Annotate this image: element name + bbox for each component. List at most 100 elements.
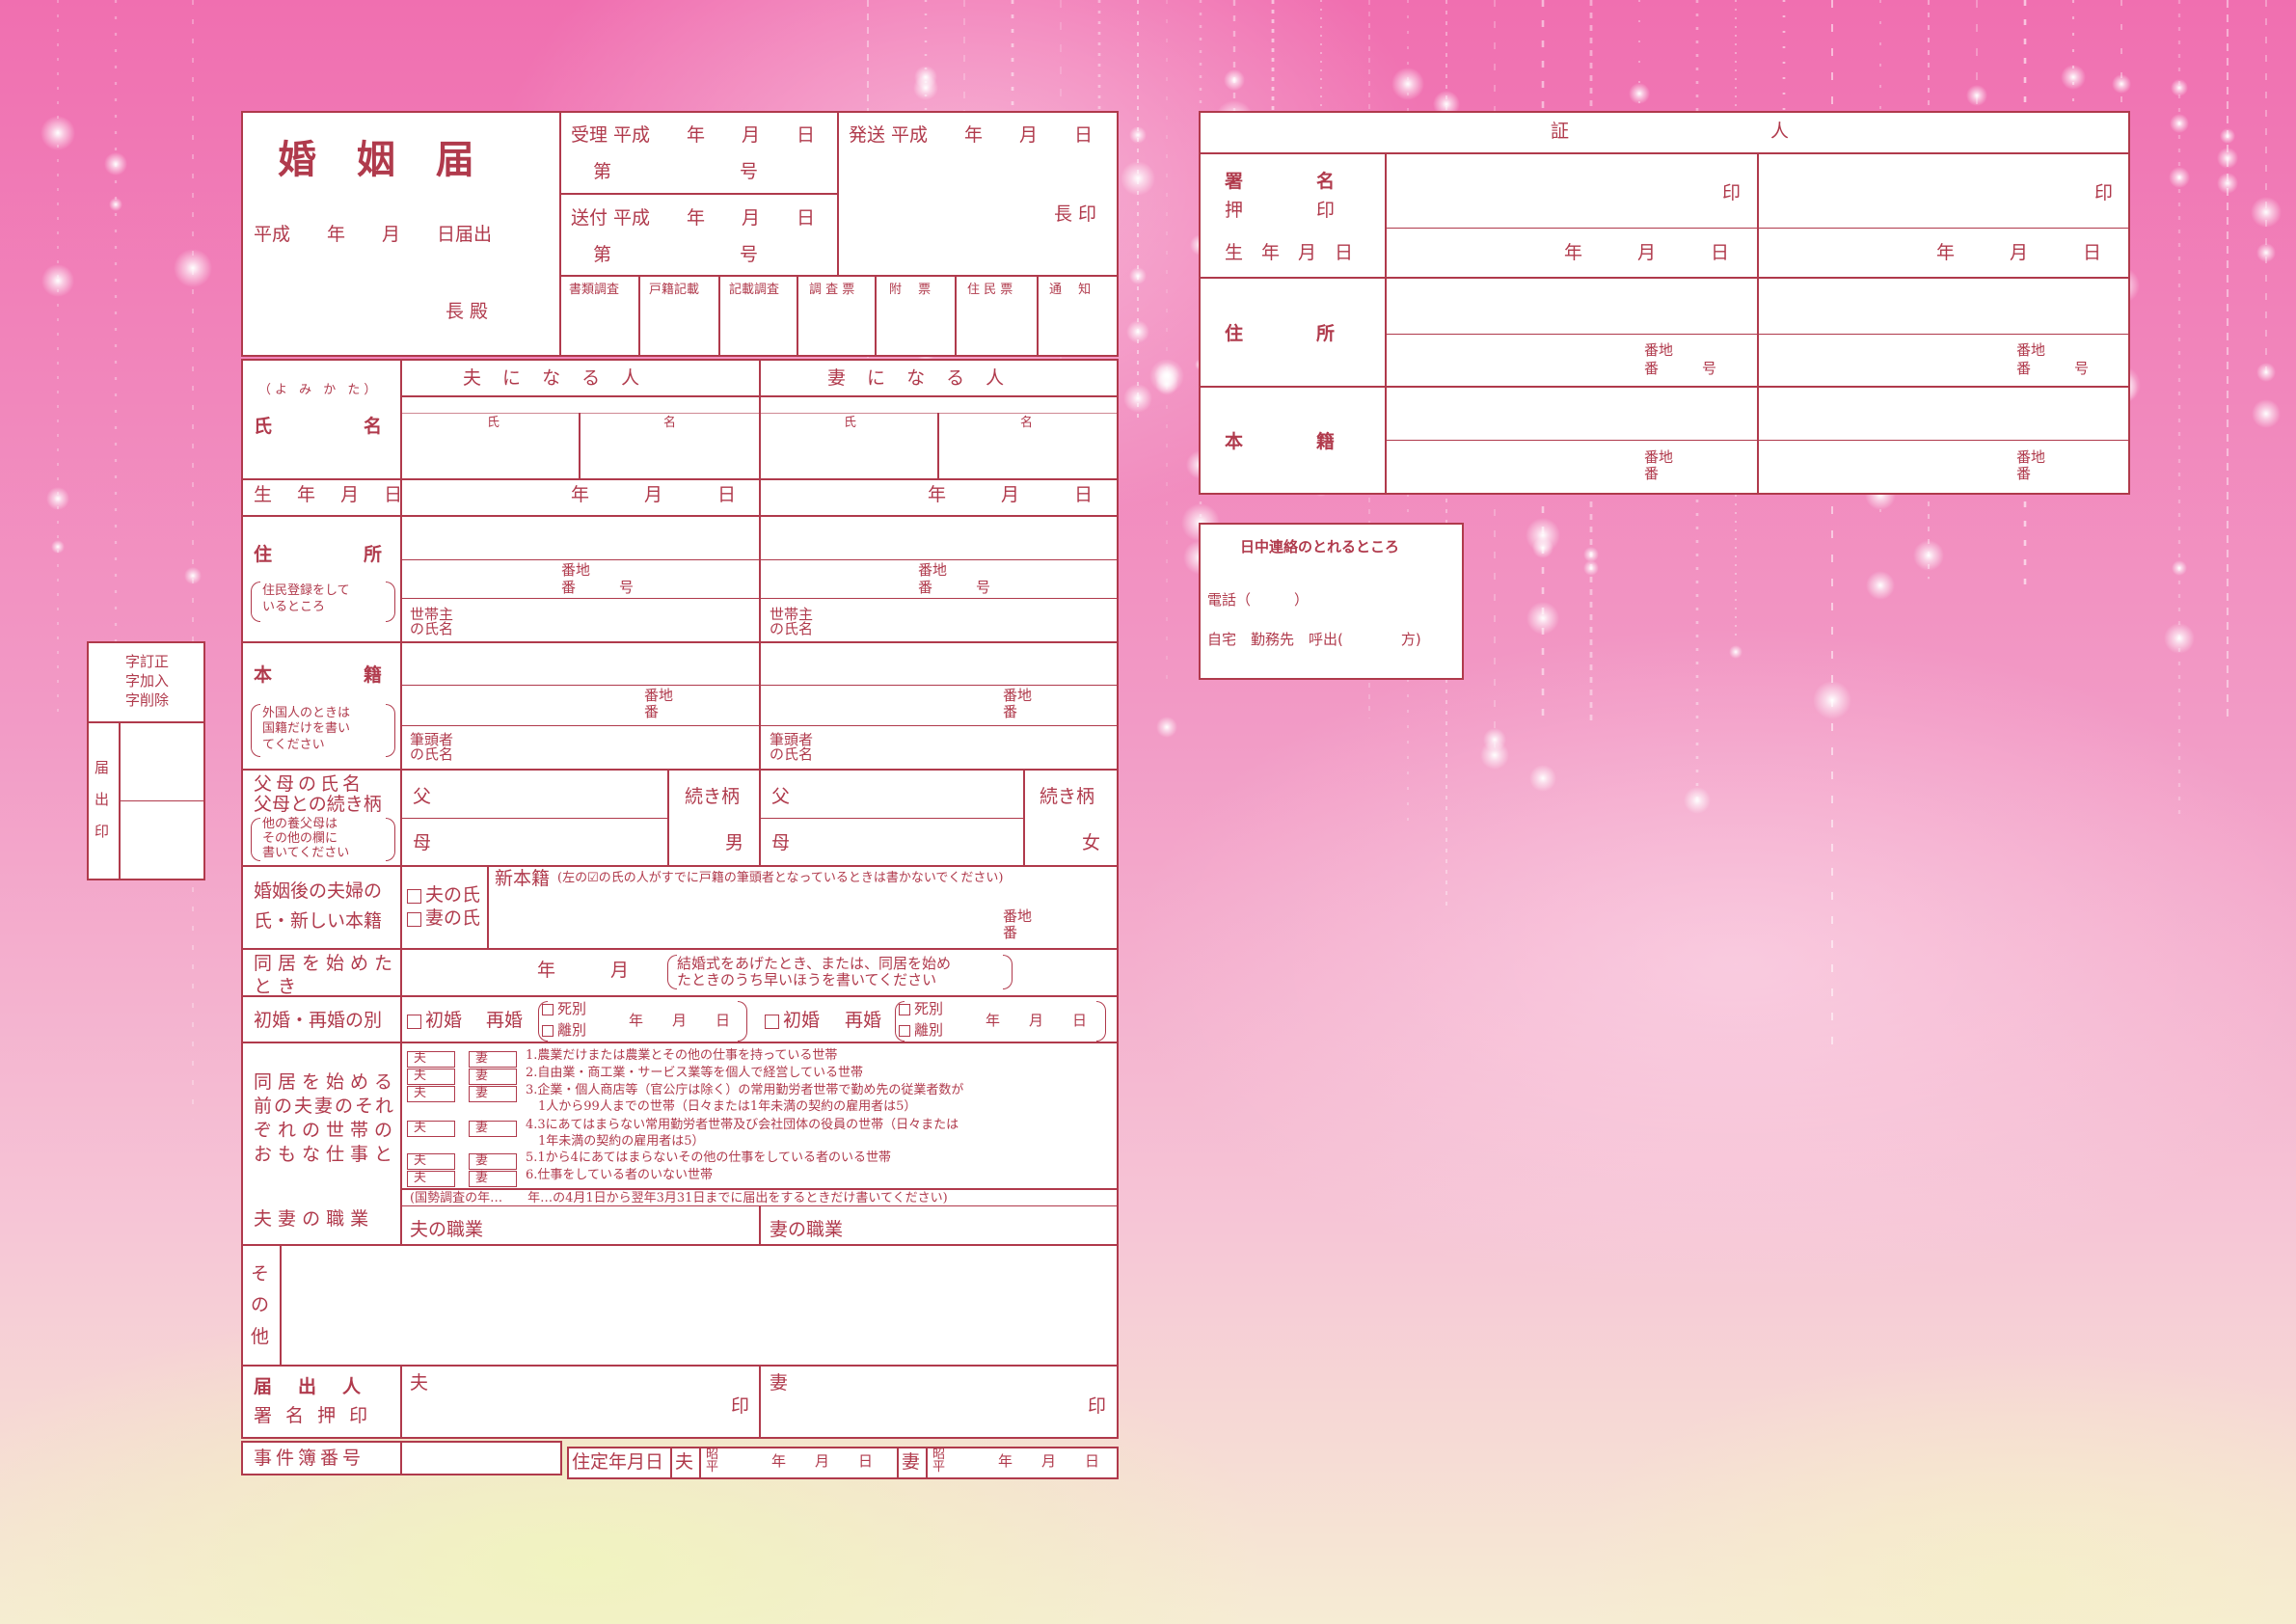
wife-remarriage-date[interactable]: 年 月 日 xyxy=(986,1012,1087,1029)
wife-signature-input[interactable] xyxy=(764,1369,1082,1435)
wife-relation-daughter: 女 xyxy=(1082,832,1101,853)
form-title: 婚 姻 届 xyxy=(278,137,488,182)
witness-sign-label: 署 名 xyxy=(1225,171,1336,192)
husband-correction-seal[interactable] xyxy=(122,725,203,798)
residence-husband-date[interactable]: 年 月 日 xyxy=(771,1452,873,1470)
sparkle xyxy=(1913,540,1944,571)
other-input[interactable] xyxy=(284,1249,1114,1363)
office-cell: 書類調査 xyxy=(569,283,620,297)
honseki-label: 本 籍 xyxy=(254,664,383,686)
insertion-label: 字加入 xyxy=(125,672,170,690)
wife-work-checkbox[interactable]: 妻 xyxy=(469,1153,517,1170)
dispatched-date: 発送 平成 年 月 日 xyxy=(849,124,1094,146)
work-item: 2.自由業・商工業・サービス業等を個人で経営している世帯 xyxy=(526,1066,864,1080)
husband-name-input[interactable] xyxy=(405,415,757,476)
husband-work-checkbox[interactable]: 夫 xyxy=(407,1069,455,1085)
witness-1-honseki[interactable] xyxy=(1391,391,1752,437)
witness-1-address[interactable] xyxy=(1391,282,1752,332)
husband-first-marriage[interactable]: 初婚 xyxy=(407,1010,462,1032)
sparkle xyxy=(2217,173,2238,194)
husband-signature-input[interactable] xyxy=(405,1369,723,1435)
witness-2-signature[interactable] xyxy=(1763,156,2081,224)
sparkle xyxy=(1129,126,1147,144)
sparkle xyxy=(1391,68,1424,100)
wife-occupation[interactable]: 妻の職業 xyxy=(770,1219,843,1241)
wife-work-checkbox[interactable]: 妻 xyxy=(469,1069,517,1085)
new-surname-label-1: 婚姻後の夫婦の xyxy=(254,880,383,902)
husband-birth-date[interactable]: 年 月 日 xyxy=(571,484,736,506)
notifier-label: 届 出 人 xyxy=(254,1376,365,1397)
wife-work-checkbox[interactable]: 妻 xyxy=(469,1121,517,1137)
wife-work-checkbox[interactable]: 妻 xyxy=(469,1051,517,1068)
sparkle xyxy=(1155,372,1178,395)
contact-options[interactable]: 自宅 勤務先 呼出( 方) xyxy=(1207,631,1421,648)
wife-bereaved[interactable]: 死別 xyxy=(899,1000,943,1017)
wife-work-checkbox[interactable]: 妻 xyxy=(469,1086,517,1102)
husband-hittousha: 筆頭者 の氏名 xyxy=(410,731,454,763)
case-number-label: 事件簿番号 xyxy=(254,1448,365,1469)
husband-bereaved[interactable]: 死別 xyxy=(542,1000,586,1017)
witness-1-birth-date[interactable]: 年 月 日 xyxy=(1564,242,1729,264)
witness-2-honseki[interactable] xyxy=(1763,391,2124,437)
wife-first-marriage[interactable]: 初婚 xyxy=(765,1010,820,1032)
husband-occupation[interactable]: 夫の職業 xyxy=(410,1219,483,1241)
wife-mother[interactable]: 母 xyxy=(771,832,790,854)
wife-honseki-input[interactable] xyxy=(764,645,1116,684)
witness-1-signature[interactable] xyxy=(1391,156,1709,224)
sent-date: 送付 平成 年 月 日 xyxy=(571,207,816,229)
husband-surname-checkbox[interactable]: 夫の氏 xyxy=(407,884,480,907)
office-cell: 住 民 票 xyxy=(967,283,1013,297)
husband-work-checkbox[interactable]: 夫 xyxy=(407,1121,455,1137)
husband-honseki-input[interactable] xyxy=(405,645,757,684)
office-cell: 記載調査 xyxy=(729,283,780,297)
witness-2-honseki-banchi: 番地番 xyxy=(2016,448,2046,483)
sparkle xyxy=(109,198,122,211)
sparkle xyxy=(1526,518,1560,553)
work-item: 1人から99人までの世帯（日々または1年未満の契約の雇用者は5） xyxy=(526,1099,917,1114)
sparkle xyxy=(2217,148,2238,169)
sparkle xyxy=(1149,359,1184,393)
addressee: 長 殿 xyxy=(446,301,489,322)
wife-honseki-banchi: 番地番 xyxy=(1003,687,1033,720)
wife-divorced[interactable]: 離別 xyxy=(899,1021,943,1039)
wife-father[interactable]: 父 xyxy=(771,786,790,808)
wife-surname-checkbox[interactable]: 妻の氏 xyxy=(407,907,480,930)
husband-work-checkbox[interactable]: 夫 xyxy=(407,1171,455,1187)
sparkle xyxy=(2061,65,2086,90)
husband-father[interactable]: 父 xyxy=(413,786,431,808)
sent-number: 第 号 xyxy=(593,244,759,265)
husband-divorced[interactable]: 離別 xyxy=(542,1021,586,1039)
sparkle xyxy=(1583,560,1599,576)
sparkle xyxy=(1813,681,1851,719)
case-number-input[interactable] xyxy=(405,1444,559,1473)
husband-address-input[interactable] xyxy=(405,519,757,557)
husband-work-checkbox[interactable]: 夫 xyxy=(407,1086,455,1102)
accepted-number: 第 号 xyxy=(593,161,759,182)
husband-work-checkbox[interactable]: 夫 xyxy=(407,1153,455,1170)
wife-name-input[interactable] xyxy=(764,415,1116,476)
witness-2-birth-date[interactable]: 年 月 日 xyxy=(1936,242,2101,264)
occupation-note: (国勢調査の年… 年…の4月1日から翌年3月31日までに届出をするときだけ書いて… xyxy=(410,1191,948,1205)
sparkle xyxy=(1526,602,1559,635)
sparkle xyxy=(1121,161,1155,196)
husband-mother[interactable]: 母 xyxy=(413,832,431,854)
wife-birth-date[interactable]: 年 月 日 xyxy=(928,484,1093,506)
sparkle xyxy=(1966,85,1987,106)
residence-wife-date[interactable]: 年 月 日 xyxy=(998,1452,1099,1470)
cohabitation-date[interactable]: 年 月 xyxy=(537,960,629,982)
witness-header: 証 人 xyxy=(1551,121,1790,142)
husband-work-checkbox[interactable]: 夫 xyxy=(407,1051,455,1068)
sparkle xyxy=(1729,645,1742,659)
sparkle xyxy=(2252,399,2281,428)
wife-address-ban-go: 番 号 xyxy=(918,579,991,596)
contact-phone[interactable]: 電話（ ） xyxy=(1207,591,1309,609)
accepted-date: 受理 平成 年 月 日 xyxy=(571,124,816,146)
wife-work-checkbox[interactable]: 妻 xyxy=(469,1171,517,1187)
wife-address-input[interactable] xyxy=(764,519,1116,557)
wife-correction-seal[interactable] xyxy=(122,803,203,879)
sparkle xyxy=(1123,384,1152,413)
new-honseki-input[interactable] xyxy=(492,892,993,945)
husband-remarriage-date[interactable]: 年 月 日 xyxy=(629,1012,730,1029)
witness-2-address[interactable] xyxy=(1763,282,2124,332)
sparkle xyxy=(1583,547,1599,562)
